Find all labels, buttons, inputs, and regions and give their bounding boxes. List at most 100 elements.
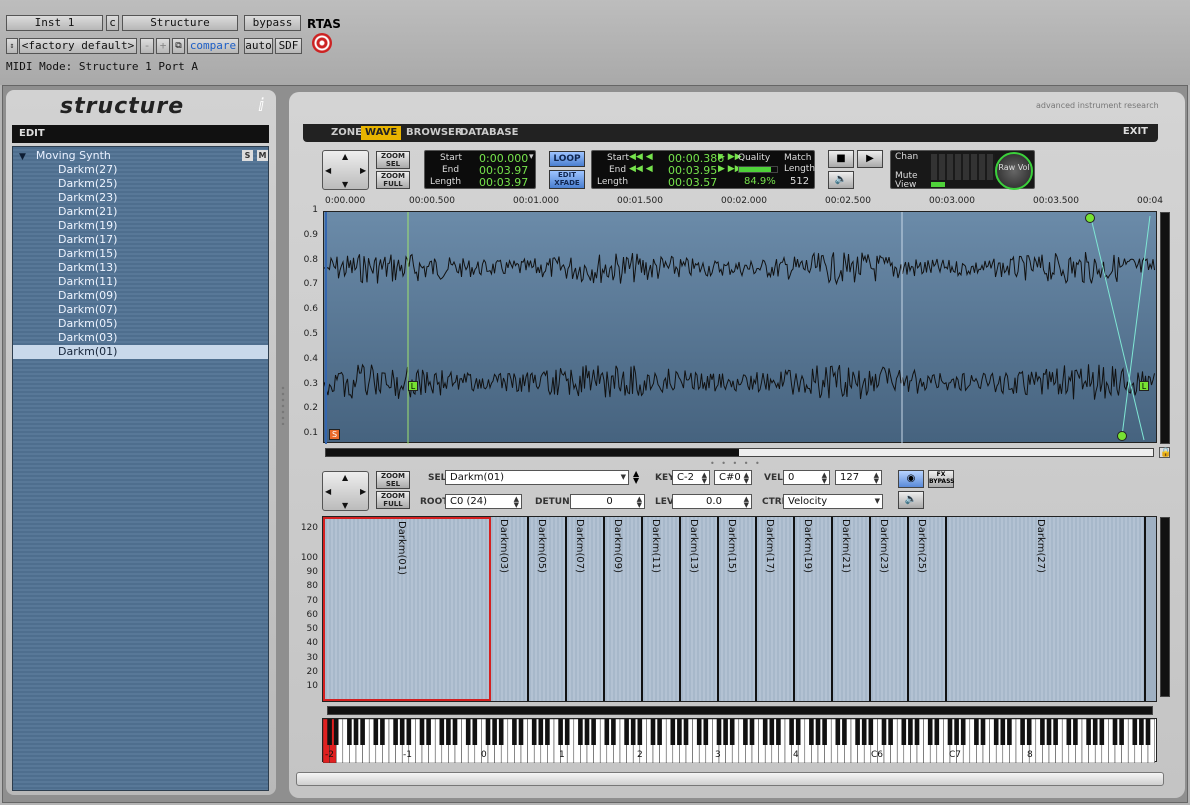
panel-splitter[interactable] <box>281 385 285 425</box>
xfade-bottom-handle[interactable] <box>1117 431 1127 441</box>
raw-vol-knob[interactable]: Raw Vol <box>995 152 1033 190</box>
edit-header[interactable]: EDIT <box>12 125 269 143</box>
compare-button[interactable]: compare <box>187 38 239 54</box>
loop-right-marker[interactable]: L <box>1139 381 1149 391</box>
loop-left-marker[interactable]: L <box>408 381 418 391</box>
zone-block[interactable]: Darkm(09) <box>605 517 643 701</box>
bypass-button[interactable]: bypass <box>244 15 301 31</box>
dropdown-arrow-icon[interactable]: ▾ <box>529 152 534 162</box>
key-low-field[interactable]: C-2 ▲ ▼ <box>672 470 710 485</box>
zoom-sel-button[interactable]: ZOOM SEL <box>376 151 410 169</box>
loop-length-value[interactable]: 00:03.57 <box>668 176 717 189</box>
fx-bypass-button[interactable]: FX BYPASS <box>928 470 954 488</box>
velocity-tick-label: 30 <box>306 653 318 663</box>
splitter-handle[interactable]: • • • • • <box>710 459 762 468</box>
auto-button[interactable]: auto <box>244 38 273 54</box>
tree-item[interactable]: Darkm(21) <box>13 205 268 219</box>
detune-field[interactable]: 0 ▲ ▼ <box>570 494 645 509</box>
edit-xfade-button[interactable]: EDIT XFADE <box>549 170 585 189</box>
solo-button[interactable]: S <box>242 150 253 161</box>
zone-block[interactable]: Darkm(15) <box>719 517 757 701</box>
wave-hscroll-thumb[interactable] <box>326 449 739 456</box>
wave-vscroll[interactable] <box>1160 212 1170 444</box>
root-field[interactable]: C0 (24) ▲ ▼ <box>445 494 522 509</box>
zone-zoom-full-button[interactable]: ZOOM FULL <box>376 491 410 509</box>
zone-block[interactable]: Darkm(01) <box>323 517 491 701</box>
zone-block[interactable]: Darkm(05) <box>529 517 567 701</box>
detune-value: 0 <box>606 496 613 507</box>
lev-field[interactable]: 0.0 ▲ ▼ <box>672 494 752 509</box>
vel-low-field[interactable]: 0 ▲ ▼ <box>783 470 830 485</box>
tree-item[interactable]: Darkm(07) <box>13 303 268 317</box>
zone-speaker-icon[interactable]: 🔈 <box>898 491 924 509</box>
tree-item[interactable]: Darkm(01) <box>13 345 268 359</box>
lock-icon[interactable]: 🔒 <box>1159 447 1171 458</box>
tree-root-item[interactable]: ▼ Moving Synth <box>19 149 111 162</box>
sample-length-value[interactable]: 00:03.97 <box>479 176 528 189</box>
key-high-field[interactable]: C#0 ▲ ▼ <box>714 470 752 485</box>
wave-hscroll[interactable] <box>325 448 1154 457</box>
tab-wave[interactable]: WAVE <box>361 126 402 140</box>
loop-button[interactable]: LOOP <box>549 151 585 167</box>
zone-block[interactable]: Darkm(07) <box>567 517 605 701</box>
zone-block[interactable]: Darkm(21) <box>833 517 871 701</box>
insert-slot-button[interactable]: c <box>106 15 119 31</box>
copy-icon[interactable]: ⧉ <box>172 38 185 54</box>
match-length-value[interactable]: 512 <box>790 176 809 187</box>
wave-nav-arrows[interactable]: ▲ ▼ ◀ ▶ <box>322 150 369 190</box>
zone-block[interactable]: Darkm(23) <box>871 517 909 701</box>
vel-high-field[interactable]: 127 ▲ ▼ <box>835 470 882 485</box>
speaker-icon[interactable]: 🔈 <box>828 171 854 189</box>
play-button[interactable]: ▶ <box>857 150 883 168</box>
piano-keyboard[interactable]: -2 -1 0 1 2 3 4 C6 C7 8 <box>322 718 1157 764</box>
zone-map[interactable]: Darkm(01) Darkm(03) Darkm(05) Darkm(07) Dark… <box>322 516 1157 702</box>
tree-item[interactable]: Darkm(15) <box>13 247 268 261</box>
tree-item[interactable]: Darkm(25) <box>13 177 268 191</box>
zone-nav-arrows[interactable]: ▲ ▼ ◀ ▶ <box>322 471 369 511</box>
sample-start-marker[interactable]: S <box>329 429 340 440</box>
tree-item[interactable]: Darkm(05) <box>13 317 268 331</box>
sdf-button[interactable]: SDF <box>275 38 302 54</box>
preset-minus-button[interactable]: - <box>140 38 154 54</box>
tree-item[interactable]: Darkm(09) <box>13 289 268 303</box>
target-icon[interactable] <box>312 33 332 53</box>
expand-triangle-icon[interactable]: ▼ <box>19 152 26 162</box>
tree-item[interactable]: Darkm(13) <box>13 261 268 275</box>
zone-block[interactable]: Darkm(27) <box>947 517 1146 701</box>
zoom-full-button[interactable]: ZOOM FULL <box>376 171 410 189</box>
waveform-display[interactable]: S L L <box>323 211 1157 444</box>
zone-block[interactable]: Darkm(13) <box>681 517 719 701</box>
loop-end-nudge-icon[interactable]: ◀◀ ◀ <box>629 164 653 174</box>
black-key <box>743 719 748 745</box>
bottom-scrollbar[interactable] <box>296 772 1164 786</box>
preset-arrows-icon[interactable]: ⇕ <box>6 38 18 54</box>
tree-item[interactable]: Darkm(11) <box>13 275 268 289</box>
loop-start-nudge-icon[interactable]: ◀◀ ◀ <box>629 152 653 162</box>
zone-vscroll[interactable] <box>1160 517 1170 697</box>
preset-selector[interactable]: <factory default> <box>19 38 137 54</box>
tree-item[interactable]: Darkm(27) <box>13 163 268 177</box>
stop-button[interactable]: ■ <box>828 150 854 168</box>
zone-block[interactable]: Darkm(03) <box>491 517 529 701</box>
globe-icon[interactable]: ◉ <box>898 470 924 488</box>
zone-block[interactable]: Darkm(19) <box>795 517 833 701</box>
plugin-selector[interactable]: Structure <box>122 15 238 31</box>
track-selector[interactable]: Inst 1 <box>6 15 103 31</box>
exit-button[interactable]: EXIT <box>1123 126 1148 137</box>
zone-zoom-sel-button[interactable]: ZOOM SEL <box>376 471 410 489</box>
zone-hscroll[interactable] <box>327 706 1153 715</box>
zone-block[interactable]: Darkm(25) <box>909 517 947 701</box>
tree-item[interactable]: Darkm(23) <box>13 191 268 205</box>
tree-item[interactable]: Darkm(17) <box>13 233 268 247</box>
sel-stepper-icon[interactable]: ▲ ▼ <box>633 470 639 485</box>
mute-button[interactable]: M <box>257 150 268 161</box>
ctrl-dropdown[interactable]: Velocity ▼ <box>783 494 883 509</box>
tab-database[interactable]: DATABASE <box>456 126 522 140</box>
xfade-top-handle[interactable] <box>1085 213 1095 223</box>
tree-item[interactable]: Darkm(19) <box>13 219 268 233</box>
zone-block[interactable]: Darkm(17) <box>757 517 795 701</box>
tree-item[interactable]: Darkm(03) <box>13 331 268 345</box>
preset-plus-button[interactable]: + <box>156 38 170 54</box>
sel-dropdown[interactable]: Darkm(01) ▼ <box>445 470 629 485</box>
zone-block[interactable]: Darkm(11) <box>643 517 681 701</box>
